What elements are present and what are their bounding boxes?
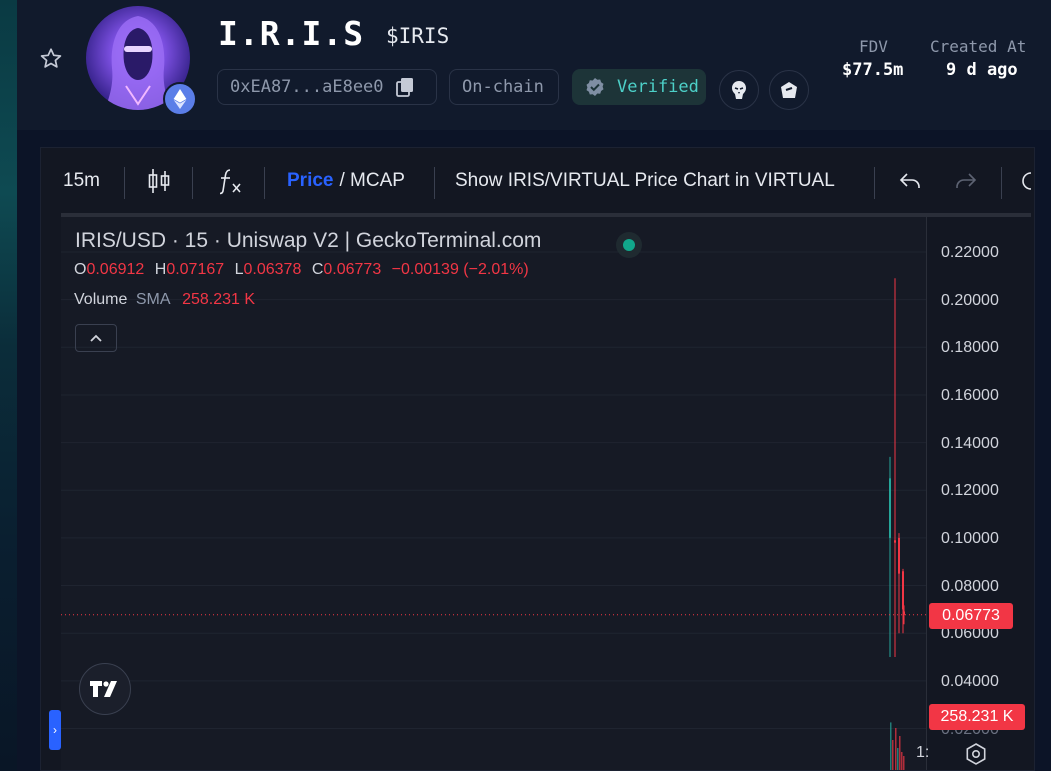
token-name: I.R.I.S [218,14,365,53]
open-value: 0.06912 [86,261,145,278]
price-change: −0.00139 (−2.01%) [391,261,529,278]
open-label: O [74,261,87,278]
fdv-value: $77.5m [842,60,904,80]
time-axis-partial-label: 1: [916,744,930,761]
contract-address-chip[interactable]: 0xEA87...aE8ee0 [217,69,437,105]
created-at-value: 9 d ago [946,60,1018,80]
collapse-legend-button[interactable] [75,324,117,352]
copy-icon[interactable] [395,77,414,97]
expand-side-panel-tab[interactable]: › [49,710,61,750]
high-value: 0.07167 [166,261,225,278]
volume-bar [901,752,903,770]
chevron-up-icon [90,334,102,342]
high-label: H [154,261,167,278]
axis-tick: 0.08000 [941,578,999,595]
candle-body [889,478,891,538]
candle-body [898,537,900,574]
live-status-icon [616,232,642,258]
toolbar-separator [124,167,125,199]
ohlc-readout: O0.06912 H0.07167 L0.06378 C0.06773 −0.0… [74,261,529,279]
candle-body [902,571,904,610]
candle-type-icon[interactable] [147,148,171,214]
settings-partial-icon[interactable] [1019,148,1033,214]
pot-icon [781,82,797,98]
chart-toolbar: 15m Price / MCAP Show IRIS/VIRTUAL Price… [41,148,1034,214]
mcap-toggle-label[interactable]: / MCAP [339,170,404,192]
volume-bar [903,756,905,770]
chart-legend-title: IRIS/USD · 15 · Uniswap V2 | GeckoTermin… [75,229,542,252]
favorite-star-icon[interactable] [38,46,64,72]
created-at-label: Created At [930,37,1027,56]
undo-icon[interactable] [898,148,922,214]
indicators-fx-icon[interactable] [218,148,244,214]
eagle-icon [732,81,746,99]
interval-selector[interactable]: 15m [63,148,100,214]
verified-chip[interactable]: Verified [572,69,706,105]
contract-address: 0xEA87...aE8ee0 [230,77,384,97]
sma-label: SMA [135,291,170,308]
toolbar-separator [874,167,875,199]
axis-tick: 0.22000 [941,244,999,261]
eagle-audit-button[interactable] [719,70,759,110]
verified-check-icon [585,77,605,97]
candle-body [894,540,896,543]
verified-label: Verified [617,77,699,97]
volume-bar [890,722,892,770]
volume-value: 258.231 K [182,291,256,308]
tradingview-logo[interactable] [79,663,131,715]
axis-tick: 0.18000 [941,339,999,356]
volume-bar [892,740,894,770]
toolbar-separator [1001,167,1002,199]
candle-body [903,611,905,615]
volume-label: Volume [74,291,128,308]
toolbar-separator [434,167,435,199]
axis-tick: 0.14000 [941,435,999,452]
fdv-label: FDV [859,37,888,56]
current-volume-tag: 258.231 K [929,704,1025,730]
close-value: 0.06773 [323,261,382,278]
honeypot-check-button[interactable] [769,70,809,110]
on-chain-label: On-chain [462,77,544,97]
chart-container: 15m Price / MCAP Show IRIS/VIRTUAL Price… [40,147,1035,771]
ethereum-chain-icon [163,82,197,116]
chart-settings-icon[interactable] [964,742,988,766]
low-value: 0.06378 [243,261,302,278]
token-symbol: $IRIS [386,24,450,48]
close-label: C [311,261,324,278]
on-chain-chip[interactable]: On-chain [449,69,559,105]
axis-tick: 0.16000 [941,387,999,404]
axis-tick: 0.10000 [941,530,999,547]
redo-icon[interactable] [954,148,978,214]
show-virtual-chart-button[interactable]: Show IRIS/VIRTUAL Price Chart in VIRTUAL [455,148,835,214]
volume-bar [899,736,901,770]
toolbar-separator [192,167,193,199]
volume-bar [895,728,897,770]
price-toggle-label[interactable]: Price [287,170,333,192]
axis-tick: 0.20000 [941,292,999,309]
low-label: L [234,261,244,278]
axis-tick: 0.04000 [941,673,999,690]
price-axis[interactable]: 0.22000 0.20000 0.18000 0.16000 0.14000 … [926,217,1034,770]
current-price-tag: 0.06773 [929,603,1013,629]
axis-tick: 0.12000 [941,482,999,499]
toolbar-separator [264,167,265,199]
price-mcap-toggle[interactable]: Price / MCAP [287,148,405,214]
time-axis-bar: 1: [916,738,1034,770]
left-background-strip [0,0,17,771]
volume-bar [897,748,899,770]
volume-readout: Volume SMA 258.231 K [74,291,255,309]
tradingview-logo-icon [90,681,117,697]
